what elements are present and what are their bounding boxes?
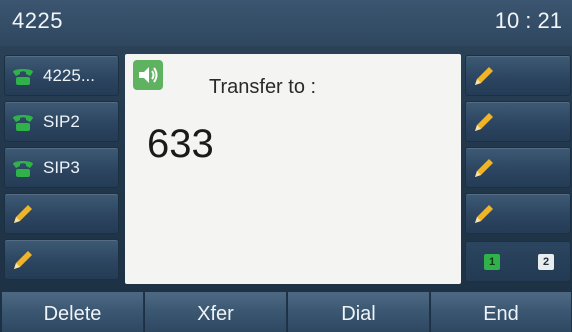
pencil-icon (14, 205, 32, 223)
line-key-label: SIP3 (43, 158, 80, 177)
dialed-number: 633 (147, 122, 214, 166)
dial-button[interactable]: Dial (288, 292, 430, 332)
line-key-8[interactable] (465, 147, 571, 188)
line-key-4[interactable] (4, 193, 119, 234)
transfer-panel: Transfer to : 633 (125, 54, 461, 284)
pencil-icon (475, 113, 493, 131)
phone-screen: 4225 10 : 21 4225... SIP2 SIP3 Transfer … (0, 0, 572, 332)
line-key-label: SIP2 (43, 112, 80, 131)
delete-button[interactable]: Delete (2, 292, 144, 332)
line-key-label: 4225... (43, 66, 95, 85)
transfer-prompt: Transfer to : (209, 76, 317, 98)
end-button[interactable]: End (431, 292, 572, 332)
speaker-icon (133, 60, 163, 90)
status-bar: 4225 10 : 21 (0, 0, 572, 46)
softkey-bar: Delete Xfer Dial End (0, 292, 572, 332)
pencil-icon (14, 251, 32, 269)
line-key-5[interactable] (4, 239, 119, 280)
xfer-button[interactable]: Xfer (145, 292, 287, 332)
phone-icon (13, 161, 33, 177)
line-key-7[interactable] (465, 101, 571, 142)
line-key-2[interactable]: SIP2 (4, 101, 119, 142)
pencil-icon (475, 67, 493, 85)
line-key-9[interactable] (465, 193, 571, 234)
line-key-6[interactable] (465, 55, 571, 96)
phone-icon (13, 69, 33, 85)
page-2-indicator[interactable]: 2 (538, 254, 554, 270)
pencil-icon (475, 159, 493, 177)
line-key-1[interactable]: 4225... (4, 55, 119, 96)
page-indicator[interactable]: 1 2 (465, 241, 571, 282)
clock: 10 : 21 (494, 8, 562, 33)
account-label: 4225 (12, 8, 63, 33)
line-key-3[interactable]: SIP3 (4, 147, 119, 188)
pencil-icon (475, 205, 493, 223)
page-1-indicator[interactable]: 1 (484, 254, 500, 270)
phone-icon (13, 115, 33, 131)
